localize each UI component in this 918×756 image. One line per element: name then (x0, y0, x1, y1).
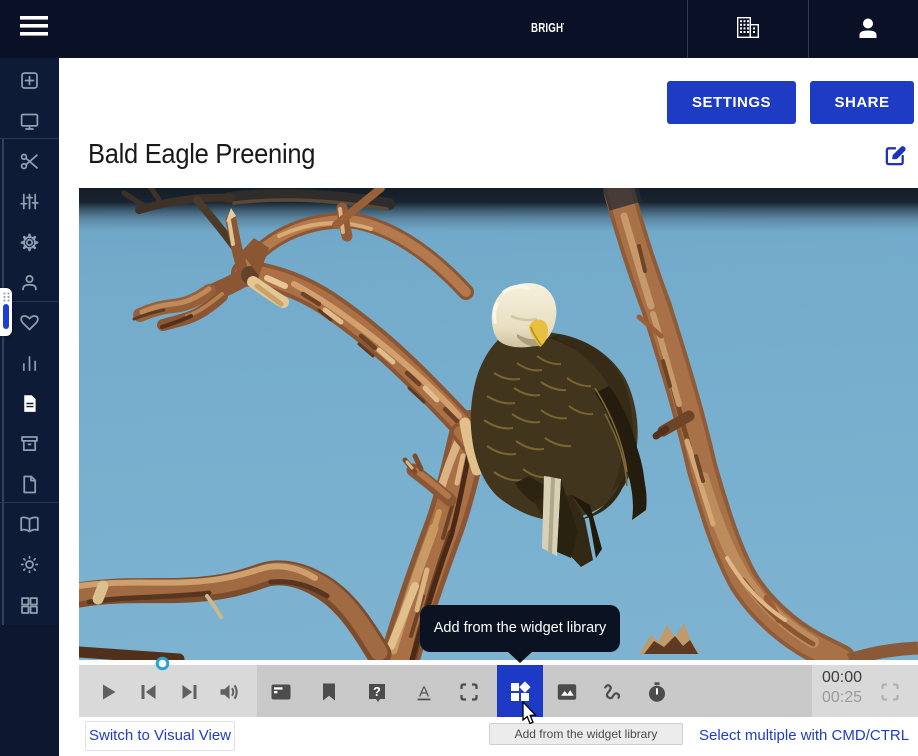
svg-text:?: ? (373, 685, 381, 699)
svg-text:A: A (419, 684, 429, 701)
